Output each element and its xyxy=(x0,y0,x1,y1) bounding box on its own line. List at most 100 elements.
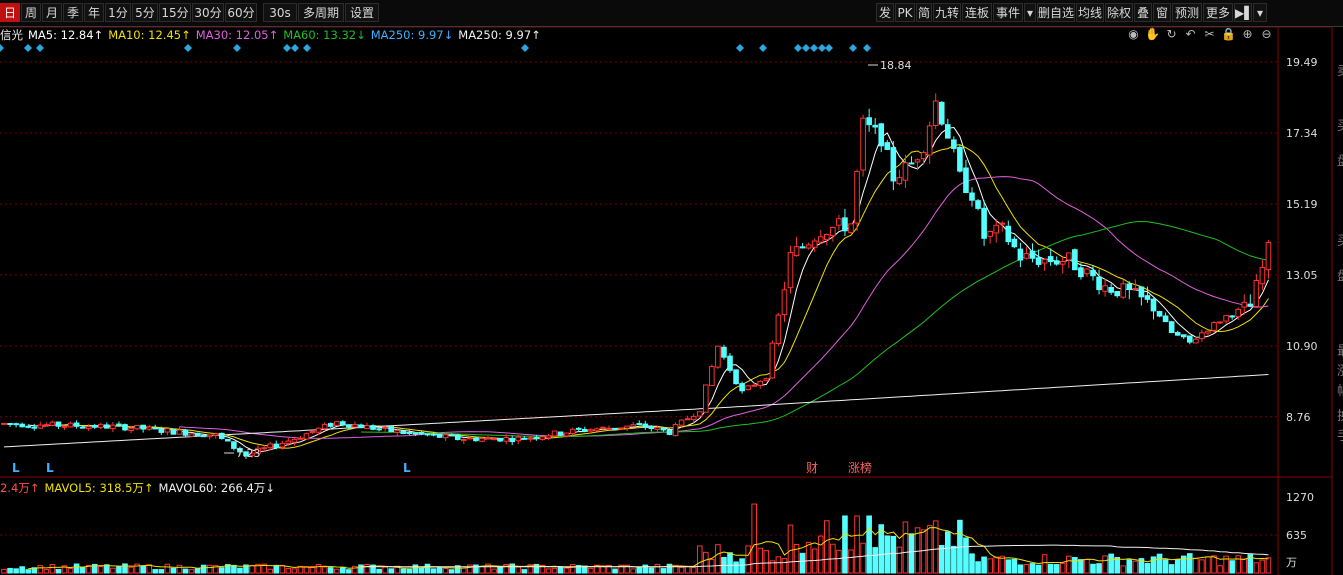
zoom-in-icon[interactable]: ⊕ xyxy=(1238,27,1257,41)
lock-icon[interactable]: 🔒 xyxy=(1219,27,1238,41)
volume-bar-25 xyxy=(152,569,159,574)
tool-button-1[interactable]: PK xyxy=(895,3,915,22)
period-button-2[interactable]: 月 xyxy=(42,3,62,22)
tool-button-0[interactable]: 发 xyxy=(876,3,894,22)
candle-body-97 xyxy=(588,429,594,432)
ma-label-1: MA10: 12.45↑ xyxy=(108,28,191,42)
hand-icon[interactable]: ✋ xyxy=(1143,27,1162,41)
signal-diamond-1 xyxy=(24,44,32,52)
volume-bar-81 xyxy=(491,568,497,574)
volume-bar-41 xyxy=(249,564,255,574)
tool-button-2[interactable]: 简 xyxy=(916,3,932,22)
period-button-10[interactable]: 30s xyxy=(263,3,297,22)
side-char-6: 涨 xyxy=(1337,364,1343,379)
volume-bar-177 xyxy=(1072,557,1078,574)
period-button-1[interactable]: 周 xyxy=(21,3,41,22)
volume-bar-163 xyxy=(987,558,993,574)
period-button-0[interactable]: 日 xyxy=(0,3,20,22)
candle-body-71 xyxy=(430,433,437,436)
stock-name: 信光 xyxy=(0,28,23,42)
candle-body-31 xyxy=(188,433,195,437)
period-button-4[interactable]: 年 xyxy=(84,3,104,22)
volume-bar-107 xyxy=(648,567,655,574)
candle-body-137 xyxy=(830,226,836,237)
period-button-8[interactable]: 30分 xyxy=(192,3,224,22)
volume-bar-62 xyxy=(376,568,382,574)
annotation-finance: 财 xyxy=(806,461,818,475)
candle-body-108 xyxy=(654,427,661,430)
volume-bar-114 xyxy=(690,567,697,574)
candle-body-60 xyxy=(364,425,370,430)
tool-button-5[interactable]: 事件 xyxy=(993,3,1023,22)
volume-bar-13 xyxy=(79,567,86,574)
tool-button-7[interactable]: 删自选 xyxy=(1037,3,1075,22)
volume-bar-194 xyxy=(1174,559,1181,574)
period-button-11[interactable]: 多周期 xyxy=(298,3,344,22)
tool-button-14[interactable]: ▶▌ xyxy=(1234,3,1253,22)
candle-body-153 xyxy=(926,125,933,156)
volume-bar-197 xyxy=(1193,557,1199,574)
undo-icon[interactable]: ↶ xyxy=(1181,27,1200,41)
candle-body-197 xyxy=(1193,338,1199,344)
candle-body-148 xyxy=(896,177,903,185)
period-button-6[interactable]: 5分 xyxy=(132,3,158,22)
volume-bar-147 xyxy=(890,535,897,574)
tool-button-10[interactable]: 叠 xyxy=(1134,3,1152,22)
candle-body-104 xyxy=(630,424,637,427)
tool-button-8[interactable]: 均线 xyxy=(1076,3,1104,22)
period-button-5[interactable]: 1分 xyxy=(105,3,131,22)
volume-bar-18 xyxy=(110,567,116,574)
scissors-icon[interactable]: ✂ xyxy=(1200,27,1219,41)
volume-bar-79 xyxy=(479,565,485,574)
period-button-3[interactable]: 季 xyxy=(63,3,83,22)
refresh-icon[interactable]: ↻ xyxy=(1162,27,1181,41)
candle-body-15 xyxy=(91,424,98,428)
volume-bar-144 xyxy=(872,547,879,574)
candle-body-102 xyxy=(618,427,624,430)
tool-button-9[interactable]: 除权 xyxy=(1105,3,1133,22)
candle-body-165 xyxy=(999,222,1006,225)
candle-body-20 xyxy=(122,424,128,431)
candle-body-13 xyxy=(79,426,86,429)
candle-body-121 xyxy=(733,369,739,385)
candle-body-6 xyxy=(37,424,44,429)
eye-icon[interactable]: ◉ xyxy=(1124,27,1143,41)
volume-bar-189 xyxy=(1144,563,1151,574)
period-button-9[interactable]: 60分 xyxy=(225,3,257,22)
candle-body-185 xyxy=(1120,283,1127,298)
signal-diamond-10 xyxy=(759,44,767,52)
candle-body-188 xyxy=(1138,286,1145,298)
tool-button-6[interactable]: ▾ xyxy=(1024,3,1036,22)
candle-body-61 xyxy=(370,425,376,430)
volume-bar-199 xyxy=(1205,556,1211,574)
zoom-out-icon[interactable]: ⊖ xyxy=(1257,27,1276,41)
candle-body-204 xyxy=(1235,308,1242,318)
tool-button-12[interactable]: 预测 xyxy=(1172,3,1202,22)
tool-button-3[interactable]: 九转 xyxy=(933,3,961,22)
volume-bar-193 xyxy=(1168,564,1175,574)
candle-body-87 xyxy=(527,437,534,440)
candle-body-170 xyxy=(1029,250,1036,259)
signal-diamond-17 xyxy=(863,44,871,52)
tool-button-13[interactable]: 更多 xyxy=(1203,3,1233,22)
volume-bar-175 xyxy=(1059,562,1066,574)
candle-body-2 xyxy=(13,423,19,426)
tool-button-11[interactable]: 窗 xyxy=(1153,3,1171,22)
tool-button-4[interactable]: 连板 xyxy=(962,3,992,22)
candle-body-56 xyxy=(340,421,346,426)
candle-body-59 xyxy=(358,424,364,429)
period-button-12[interactable]: 设置 xyxy=(345,3,379,22)
volume-bar-185 xyxy=(1120,565,1127,574)
ma-label-5: MA250: 9.97↑ xyxy=(458,28,541,42)
side-char-3: 买 xyxy=(1337,234,1343,249)
candle-body-178 xyxy=(1078,267,1084,278)
candle-body-75 xyxy=(454,434,461,441)
candle-body-67 xyxy=(406,432,413,435)
candle-body-27 xyxy=(164,428,171,433)
candle-body-140 xyxy=(848,223,854,233)
tool-button-15[interactable]: ▾ xyxy=(1253,3,1267,22)
volume-bar-7 xyxy=(43,569,50,574)
volume-bar-19 xyxy=(116,565,122,574)
candle-body-16 xyxy=(98,423,104,428)
period-button-7[interactable]: 15分 xyxy=(159,3,191,22)
